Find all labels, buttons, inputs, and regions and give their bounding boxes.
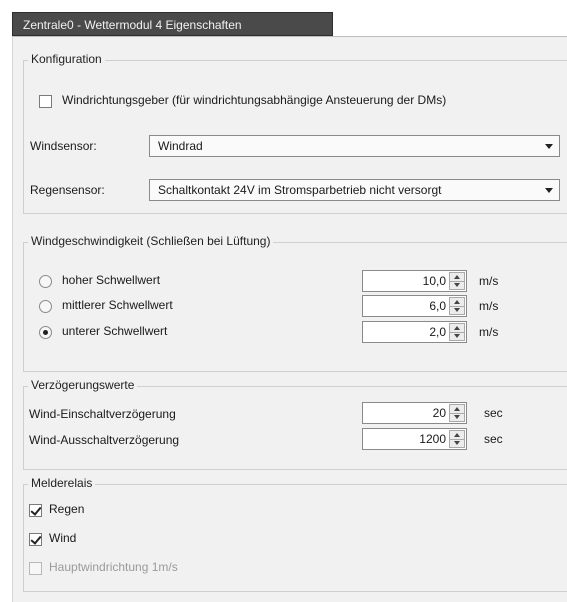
group-melderelais: Melderelais Regen Wind Hauptwindrichtung… (23, 476, 567, 592)
regensensor-label: Regensensor: (30, 183, 105, 197)
group-melderelais-title: Melderelais (28, 476, 96, 490)
group-verzoegerung: Verzögerungswerte Wind-Einschaltverzöger… (23, 378, 567, 470)
spinner-buttons (449, 323, 465, 341)
spinner-buttons (449, 297, 465, 315)
wind-checkbox[interactable] (29, 533, 42, 546)
windsensor-select-value: Windrad (158, 139, 203, 153)
group-verzoegerung-title: Verzögerungswerte (28, 378, 138, 392)
spin-down-icon[interactable] (450, 439, 464, 447)
einschaltverzoegerung-unit: sec (484, 406, 503, 420)
chevron-down-icon (545, 188, 553, 193)
ausschaltverzoegerung-label: Wind-Ausschaltverzögerung (29, 433, 180, 447)
spinner-buttons (449, 272, 465, 290)
regensensor-select-value: Schaltkontakt 24V im Stromsparbetrieb ni… (158, 183, 442, 197)
spinner-buttons (449, 404, 465, 422)
regen-checkbox[interactable] (29, 504, 42, 517)
group-windgeschwindigkeit: Windgeschwindigkeit (Schließen bei Lüftu… (23, 234, 567, 372)
regen-checkbox-label[interactable]: Regen (49, 502, 84, 516)
spinner-buttons (449, 430, 465, 448)
hauptwindrichtung-checkbox[interactable] (29, 562, 42, 575)
einschaltverzoegerung-spinner[interactable]: 20 (362, 402, 467, 424)
mittlerer-schwellwert-unit: m/s (479, 299, 499, 313)
mittlerer-schwellwert-spinner[interactable]: 6,0 (362, 295, 467, 317)
windsensor-select[interactable]: Windrad (149, 135, 560, 157)
group-konfiguration: Konfiguration Windrichtungsgeber (für wi… (23, 52, 567, 214)
hauptwindrichtung-checkbox-label: Hauptwindrichtung 1m/s (49, 560, 178, 574)
radio-hoher-schwellwert[interactable] (39, 275, 52, 288)
spin-down-icon[interactable] (450, 413, 464, 421)
properties-window: Zentrale0 - Wettermodul 4 Eigenschaften … (0, 0, 567, 602)
properties-content: Konfiguration Windrichtungsgeber (für wi… (12, 36, 567, 602)
einschaltverzoegerung-label: Wind-Einschaltverzögerung (29, 407, 176, 421)
unterer-schwellwert-spinner[interactable]: 2,0 (362, 321, 467, 343)
mittlerer-schwellwert-value: 6,0 (429, 299, 446, 313)
radio-unterer-schwellwert[interactable] (39, 326, 52, 339)
regensensor-select[interactable]: Schaltkontakt 24V im Stromsparbetrieb ni… (149, 179, 560, 201)
hoher-schwellwert-value: 10,0 (422, 274, 446, 288)
unterer-schwellwert-label[interactable]: unterer Schwellwert (62, 324, 167, 338)
ausschaltverzoegerung-unit: sec (484, 432, 503, 446)
ausschaltverzoegerung-spinner[interactable]: 1200 (362, 428, 467, 450)
group-konfiguration-title: Konfiguration (28, 52, 105, 66)
wind-checkbox-label[interactable]: Wind (49, 531, 76, 545)
unterer-schwellwert-unit: m/s (479, 325, 499, 339)
spin-down-icon[interactable] (450, 281, 464, 289)
einschaltverzoegerung-value: 20 (432, 406, 446, 420)
hoher-schwellwert-unit: m/s (479, 274, 499, 288)
chevron-down-icon (545, 144, 553, 149)
windsensor-label: Windsensor: (30, 139, 97, 153)
radio-mittlerer-schwellwert[interactable] (39, 300, 52, 313)
unterer-schwellwert-value: 2,0 (429, 325, 446, 339)
windrichtung-checkbox[interactable] (39, 95, 52, 108)
ausschaltverzoegerung-value: 1200 (419, 432, 446, 446)
window-tab-title[interactable]: Zentrale0 - Wettermodul 4 Eigenschaften (12, 12, 333, 36)
mittlerer-schwellwert-label[interactable]: mittlerer Schwellwert (62, 298, 173, 312)
spin-down-icon[interactable] (450, 332, 464, 340)
spin-down-icon[interactable] (450, 306, 464, 314)
windrichtung-checkbox-label[interactable]: Windrichtungsgeber (für windrichtungsabh… (62, 93, 446, 107)
hoher-schwellwert-label[interactable]: hoher Schwellwert (62, 273, 160, 287)
hoher-schwellwert-spinner[interactable]: 10,0 (362, 270, 467, 292)
group-windgeschwindigkeit-title: Windgeschwindigkeit (Schließen bei Lüftu… (28, 234, 274, 248)
